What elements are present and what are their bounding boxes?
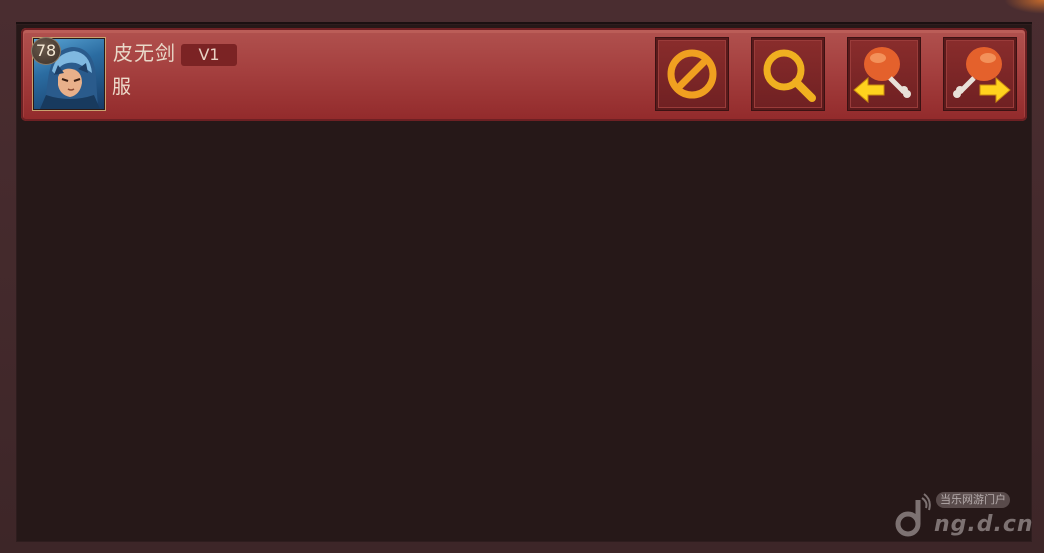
watermark: 当乐网游门户 ng.d.cn — [892, 490, 1033, 540]
player-name: 皮无剑 — [113, 41, 176, 65]
drumstick-arrow-left-icon — [853, 47, 911, 104]
server-label: 服 — [112, 76, 132, 98]
frame-ornament — [1004, 0, 1044, 14]
watermark-site: ng.d.cn — [934, 512, 1034, 537]
receive-stamina-button[interactable] — [847, 37, 921, 111]
d-logo-icon — [895, 493, 931, 537]
watermark-tag: 当乐网游门户 — [936, 492, 1010, 508]
drumstick-arrow-right-icon — [953, 47, 1011, 104]
friend-list-item[interactable]: 78 皮无剑 V1 服 — [21, 28, 1027, 121]
send-stamina-button[interactable] — [943, 37, 1017, 111]
search-button[interactable] — [751, 37, 825, 111]
block-button[interactable] — [655, 37, 729, 111]
block-icon — [667, 49, 717, 99]
level-badge: 78 — [31, 37, 61, 65]
vip-badge: V1 — [181, 44, 237, 66]
friends-window: 78 皮无剑 V1 服 当乐网游门户 ng.d.cn — [0, 0, 1044, 553]
magnifier-icon — [763, 49, 816, 102]
